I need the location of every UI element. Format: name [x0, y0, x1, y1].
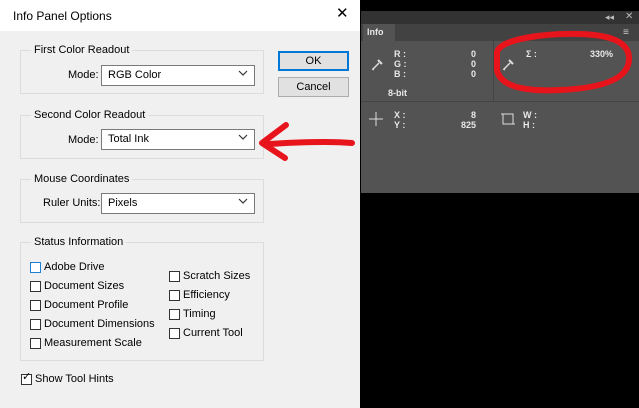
annotation-layer: [0, 0, 639, 408]
annotation-arrow: [268, 142, 352, 144]
annotation-ring: [497, 34, 629, 90]
